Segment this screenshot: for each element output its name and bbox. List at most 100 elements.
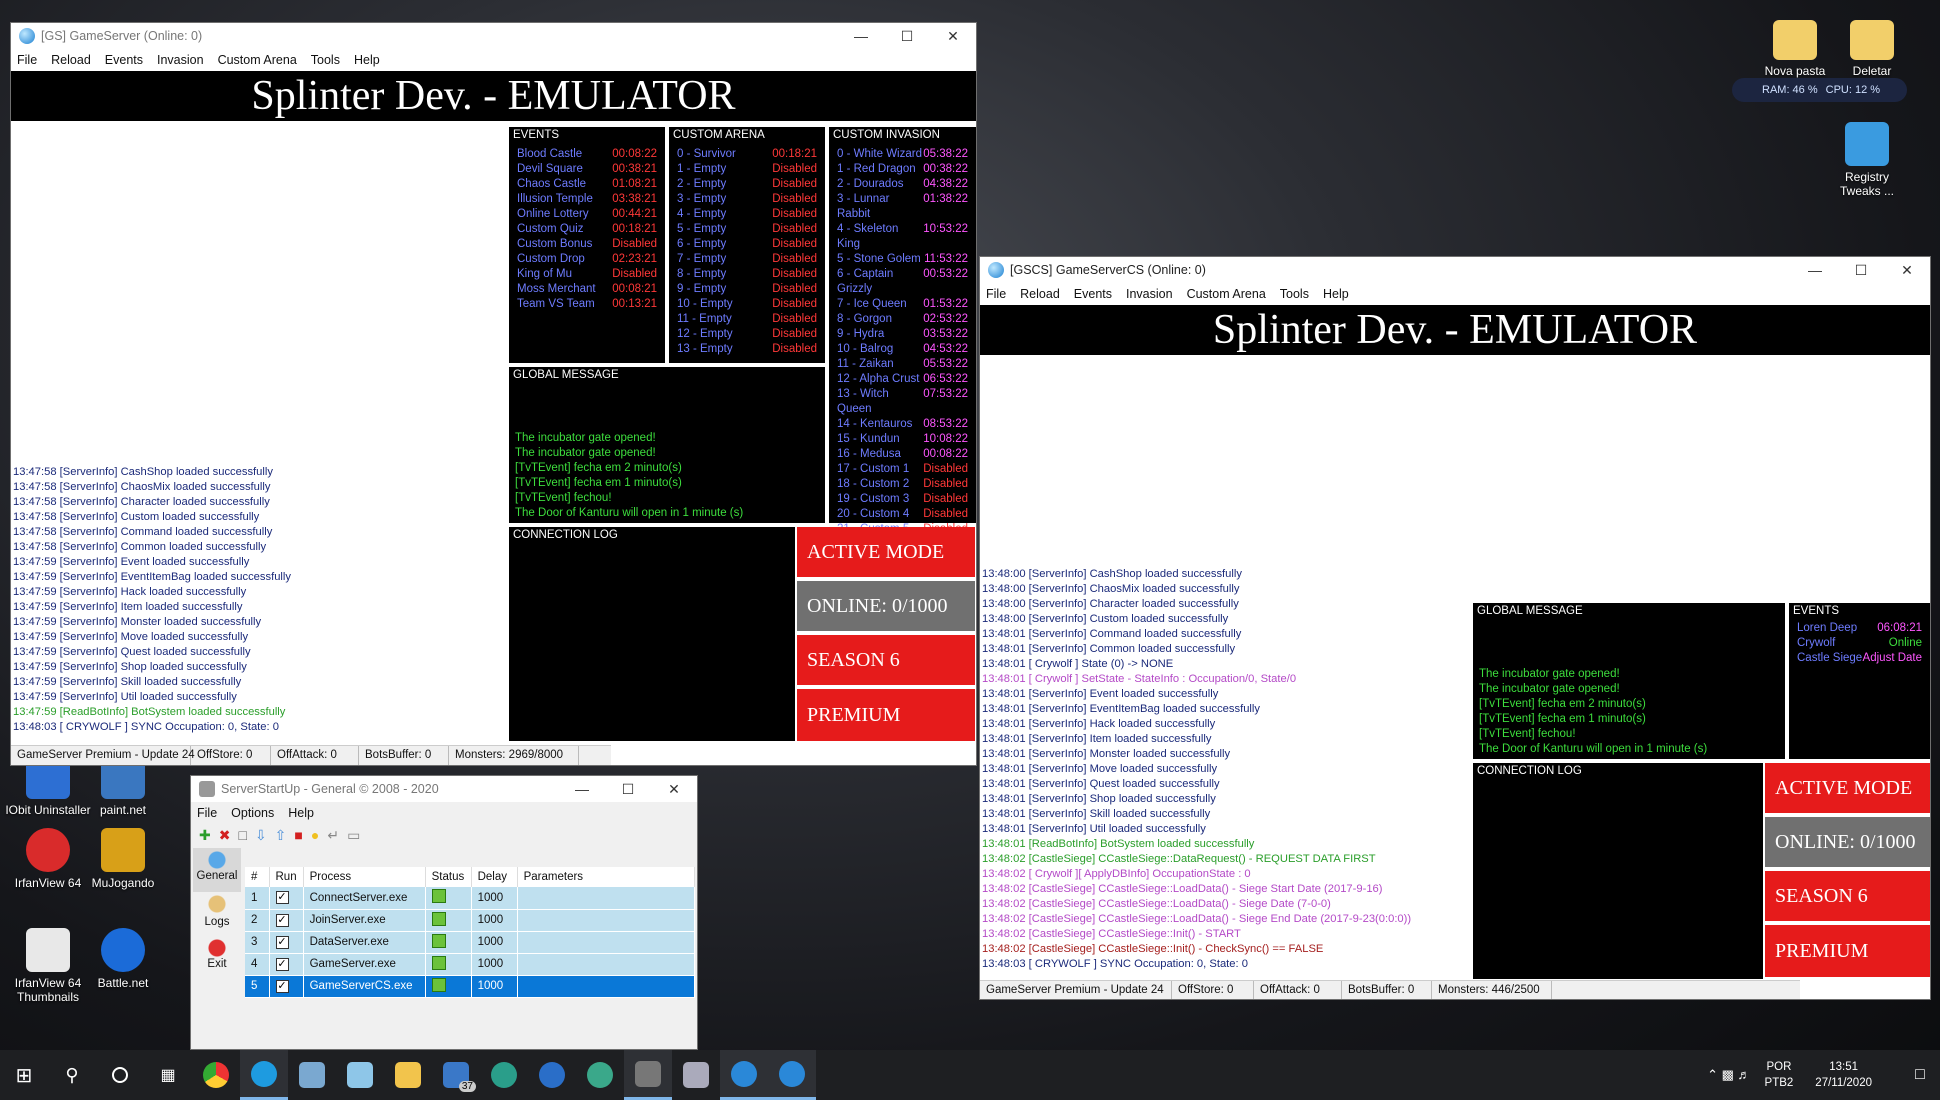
col-parameters[interactable]: Parameters [517,867,696,887]
copy-icon[interactable]: ▭ [347,827,360,844]
parameters-value[interactable] [517,953,696,976]
run-checkbox[interactable]: ✓ [269,931,304,954]
nav-logs[interactable]: Logs [193,892,241,936]
table-row[interactable]: 5 ✓ GameServerCS.exe 1000 [245,975,696,998]
desktop-icon-registry-tweaks[interactable]: Registry Tweaks ... [1824,122,1910,198]
col-status[interactable]: Status [425,867,472,887]
menu-file[interactable]: File [197,806,217,820]
minimize-button[interactable]: — [1792,257,1838,283]
title-bar[interactable]: [GS] GameServer (Online: 0) — ☐ ✕ [11,23,976,49]
parameters-value[interactable] [517,887,696,910]
taskbar-app-bird[interactable] [672,1050,720,1100]
desktop-icon-battlenet[interactable]: Battle.net [80,928,166,990]
menu-file[interactable]: File [986,287,1006,301]
process-table: # Run Process Status Delay Parameters 1 ✓… [245,867,696,998]
menu-events[interactable]: Events [105,53,143,67]
parameters-value[interactable] [517,909,696,932]
move-down-icon[interactable]: ⇩ [255,827,267,844]
nav-general[interactable]: General [193,848,241,892]
stop-icon[interactable]: ■ [294,827,302,843]
move-up-icon[interactable]: ⇧ [275,827,287,844]
run-checkbox[interactable]: ✓ [269,975,304,998]
active-mode-button[interactable]: ACTIVE MODE [797,527,975,577]
menu-help[interactable]: Help [288,806,314,820]
add-icon[interactable]: ✚ [199,827,211,844]
desktop-icon-deletar[interactable]: Deletar [1829,20,1915,78]
col-process[interactable]: Process [303,867,426,887]
menu-events[interactable]: Events [1074,287,1112,301]
taskbar-calculator[interactable] [288,1050,336,1100]
col-delay[interactable]: Delay [471,867,518,887]
run-checkbox[interactable]: ✓ [269,953,304,976]
taskbar-edge[interactable] [240,1050,288,1100]
menu-custom-arena[interactable]: Custom Arena [218,53,297,67]
clock[interactable]: 13:51 27/11/2020 [1815,1059,1872,1091]
premium-button[interactable]: PREMIUM [1765,925,1930,977]
desktop-icon-nova-pasta[interactable]: Nova pasta [1752,20,1838,78]
title-bar[interactable]: ServerStartUp - General © 2008 - 2020 — … [191,776,697,802]
nav-exit[interactable]: Exit [193,936,241,980]
table-row[interactable]: 1 ✓ ConnectServer.exe 1000 [245,887,696,910]
online-count-button[interactable]: ONLINE: 0/1000 [1765,817,1930,867]
menu-tools[interactable]: Tools [1280,287,1309,301]
taskbar-app-c[interactable] [528,1050,576,1100]
taskbar-gameserver[interactable] [720,1050,768,1100]
menu-custom-arena[interactable]: Custom Arena [1187,287,1266,301]
search-button[interactable]: ⚲ [48,1050,96,1100]
minimize-button[interactable]: — [559,776,605,802]
col-number[interactable]: # [245,867,270,887]
menu-options[interactable]: Options [231,806,274,820]
season-button[interactable]: SEASON 6 [1765,871,1930,921]
close-button[interactable]: ✕ [651,776,697,802]
desktop-icon-mujogando[interactable]: MuJogando [80,828,166,890]
table-row[interactable]: 3 ✓ DataServer.exe 1000 [245,931,696,954]
premium-button[interactable]: PREMIUM [797,689,975,741]
pin-icon[interactable]: ↵ [327,827,339,844]
tray-icons[interactable]: ⌃ ▩ ♬ [1707,1067,1750,1083]
taskbar-mail[interactable]: 37 [432,1050,480,1100]
list-item: 20 - Custom 4 Disabled [829,507,976,522]
lightbulb-icon[interactable]: ● [311,827,319,843]
run-checkbox[interactable]: ✓ [269,909,304,932]
active-mode-button[interactable]: ACTIVE MODE [1765,763,1930,813]
title-bar[interactable]: [GSCS] GameServerCS (Online: 0) — ☐ ✕ [980,257,1930,283]
taskbar-serverstartup[interactable] [624,1050,672,1100]
taskbar-app-d[interactable] [576,1050,624,1100]
taskbar-chrome[interactable] [192,1050,240,1100]
notifications-button[interactable]: □ [1900,1050,1940,1100]
season-button[interactable]: SEASON 6 [797,635,975,685]
language-indicator[interactable]: POR PTB2 [1765,1059,1794,1091]
online-count-button[interactable]: ONLINE: 0/1000 [797,581,975,631]
cortana-button[interactable] [96,1050,144,1100]
menu-reload[interactable]: Reload [1020,287,1060,301]
menu-invasion[interactable]: Invasion [157,53,204,67]
maximize-button[interactable]: ☐ [884,23,930,49]
close-button[interactable]: ✕ [1884,257,1930,283]
taskbar-explorer[interactable] [384,1050,432,1100]
taskbar-gameservercs[interactable] [768,1050,816,1100]
taskbar-notes[interactable] [336,1050,384,1100]
parameters-value[interactable] [517,931,696,954]
run-checkbox[interactable]: ✓ [269,887,304,910]
menu-reload[interactable]: Reload [51,53,91,67]
table-row[interactable]: 4 ✓ GameServer.exe 1000 [245,953,696,976]
menu-help[interactable]: Help [1323,287,1349,301]
maximize-button[interactable]: ☐ [605,776,651,802]
task-view-button[interactable]: ▦ [144,1050,192,1100]
parameters-value[interactable] [517,975,696,998]
minimize-button[interactable]: — [838,23,884,49]
desktop-icon-irfanview[interactable]: IrfanView 64 [5,828,91,890]
delete-icon[interactable]: ✖ [219,827,231,844]
menu-help[interactable]: Help [354,53,380,67]
table-row[interactable]: 2 ✓ JoinServer.exe 1000 [245,909,696,932]
new-file-icon[interactable]: □ [238,827,246,843]
menu-invasion[interactable]: Invasion [1126,287,1173,301]
col-run[interactable]: Run [269,867,304,887]
taskbar-app-u[interactable] [480,1050,528,1100]
menu-tools[interactable]: Tools [311,53,340,67]
maximize-button[interactable]: ☐ [1838,257,1884,283]
close-button[interactable]: ✕ [930,23,976,49]
start-button[interactable]: ⊞ [0,1050,48,1100]
menu-file[interactable]: File [17,53,37,67]
desktop-icon-irfanview-thumbnails[interactable]: IrfanView 64 Thumbnails [5,928,91,1004]
